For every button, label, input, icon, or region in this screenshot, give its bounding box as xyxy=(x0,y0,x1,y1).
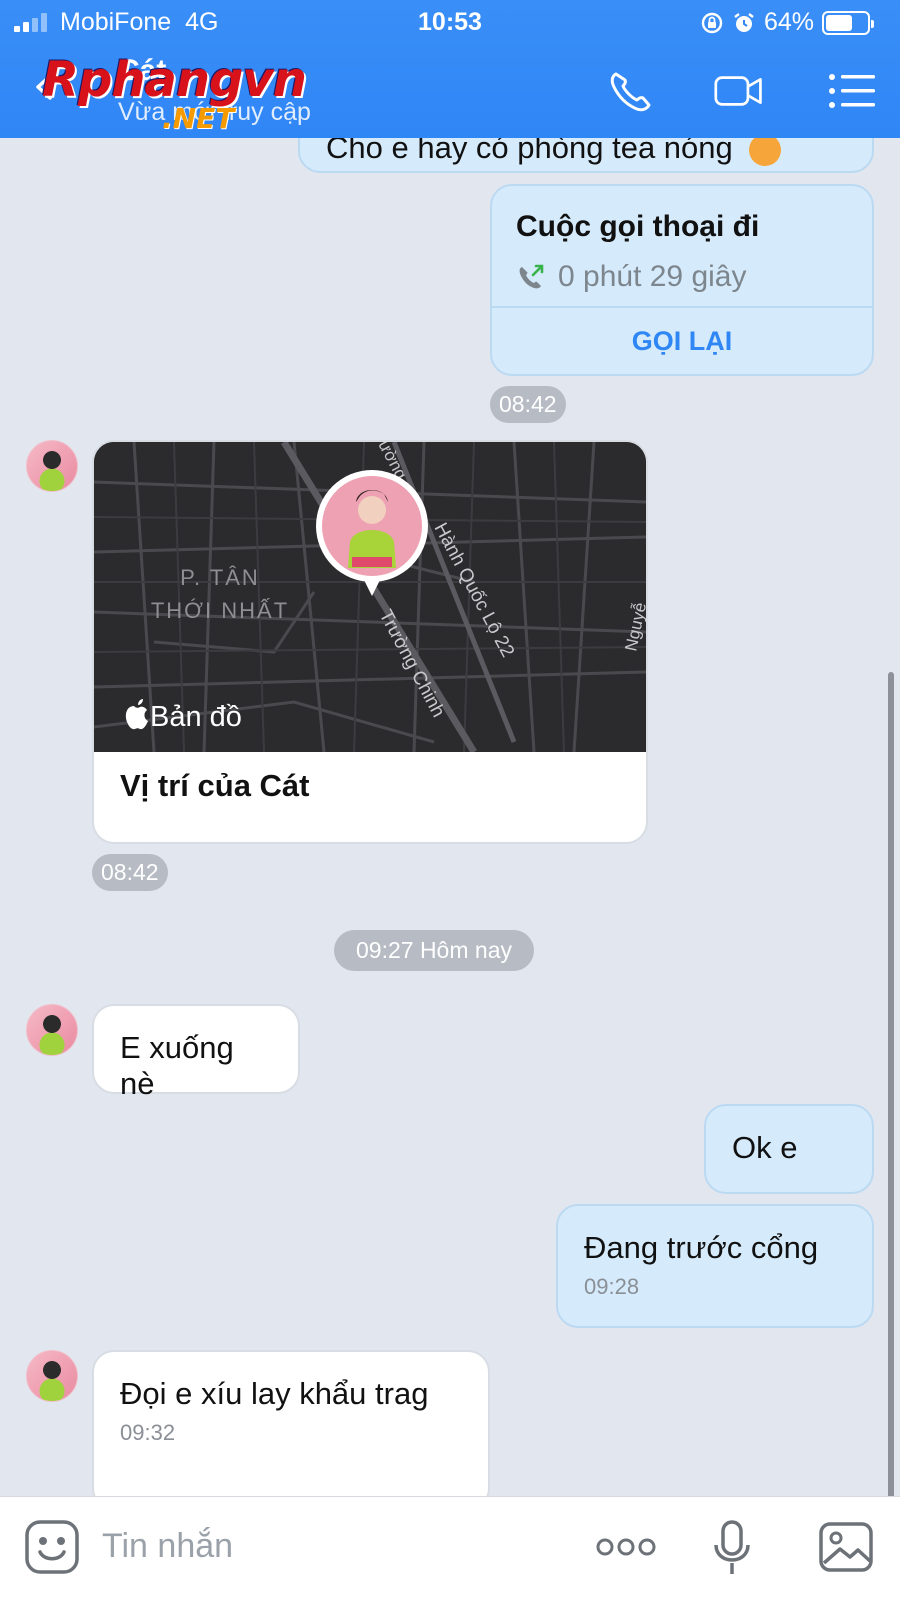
message-text: Ok e xyxy=(732,1130,798,1165)
call-card[interactable]: Cuộc gọi thoại đi 0 phút 29 giây GỌI LẠI xyxy=(490,184,874,376)
location-map[interactable]: P. TÂN THỚI NHẤT Trường Chinh Hành Quốc … xyxy=(94,442,646,752)
menu-icon[interactable] xyxy=(828,68,878,114)
svg-text:Bản đồ: Bản đồ xyxy=(150,701,242,733)
battery-percent: 64% xyxy=(763,8,814,36)
location-card[interactable]: P. TÂN THỚI NHẤT Trường Chinh Hành Quốc … xyxy=(92,440,648,844)
message-input[interactable]: Tin nhắn xyxy=(102,1527,233,1566)
message-input-bar: Tin nhắn xyxy=(0,1496,900,1600)
call-duration: 0 phút 29 giây xyxy=(558,260,747,293)
sent-message[interactable]: Cho e hay có phòng tea nóng xyxy=(298,138,874,173)
battery-icon xyxy=(822,10,874,35)
avatar[interactable] xyxy=(26,440,78,492)
avatar[interactable] xyxy=(26,1004,78,1056)
watermark-tld: .NET xyxy=(162,102,235,135)
phone-icon[interactable] xyxy=(606,68,656,114)
call-title: Cuộc gọi thoại đi xyxy=(516,210,760,243)
sticker-icon[interactable] xyxy=(24,1519,80,1575)
image-icon[interactable] xyxy=(818,1521,874,1573)
more-icon[interactable] xyxy=(596,1535,656,1559)
microphone-icon[interactable] xyxy=(712,1519,752,1577)
status-bar: MobiFone 4G 10:53 64% xyxy=(0,0,900,46)
orientation-lock-icon xyxy=(701,12,723,33)
received-message[interactable]: Đọi e xíu lay khẩu trag 09:32 xyxy=(92,1350,490,1496)
alarm-icon xyxy=(734,12,754,32)
watermark-logo: Rphangvn .NET xyxy=(42,52,307,135)
outgoing-call-icon xyxy=(519,264,544,289)
watermark-brand: Rphangvn xyxy=(42,52,307,108)
received-message[interactable]: E xuống nè xyxy=(92,1004,300,1101)
map-district-label: THỚI NHẤT xyxy=(151,598,289,623)
location-title: Vị trí của Cát xyxy=(120,768,310,803)
message-text: Đang trước cổng xyxy=(584,1230,819,1265)
call-back-button[interactable]: GỌI LẠI xyxy=(492,306,872,374)
emoji-icon xyxy=(749,138,782,166)
chat-header: MobiFone 4G 10:53 64% Cát Vừa mới truy c… xyxy=(0,0,900,138)
message-time: 09:28 xyxy=(584,1274,640,1299)
message-text: E xuống nè xyxy=(120,1030,234,1101)
day-separator: 09:27 Hôm nay xyxy=(334,930,534,971)
message-timestamp: 08:42 xyxy=(92,854,168,891)
sent-message[interactable]: Ok e xyxy=(704,1104,874,1194)
avatar[interactable] xyxy=(26,1350,78,1402)
message-timestamp: 08:42 xyxy=(490,386,566,423)
scrollbar[interactable] xyxy=(888,672,894,1496)
message-list[interactable]: Cho e hay có phòng tea nóng Cuộc gọi tho… xyxy=(0,138,900,1496)
message-text: Đọi e xíu lay khẩu trag xyxy=(120,1376,429,1411)
video-call-icon[interactable] xyxy=(714,68,764,114)
message-text: Cho e hay có phòng tea nóng xyxy=(326,138,733,165)
map-district-label: P. TÂN xyxy=(180,565,260,590)
sent-message[interactable]: Đang trước cổng 09:28 xyxy=(556,1204,874,1328)
message-time: 09:32 xyxy=(120,1420,176,1445)
